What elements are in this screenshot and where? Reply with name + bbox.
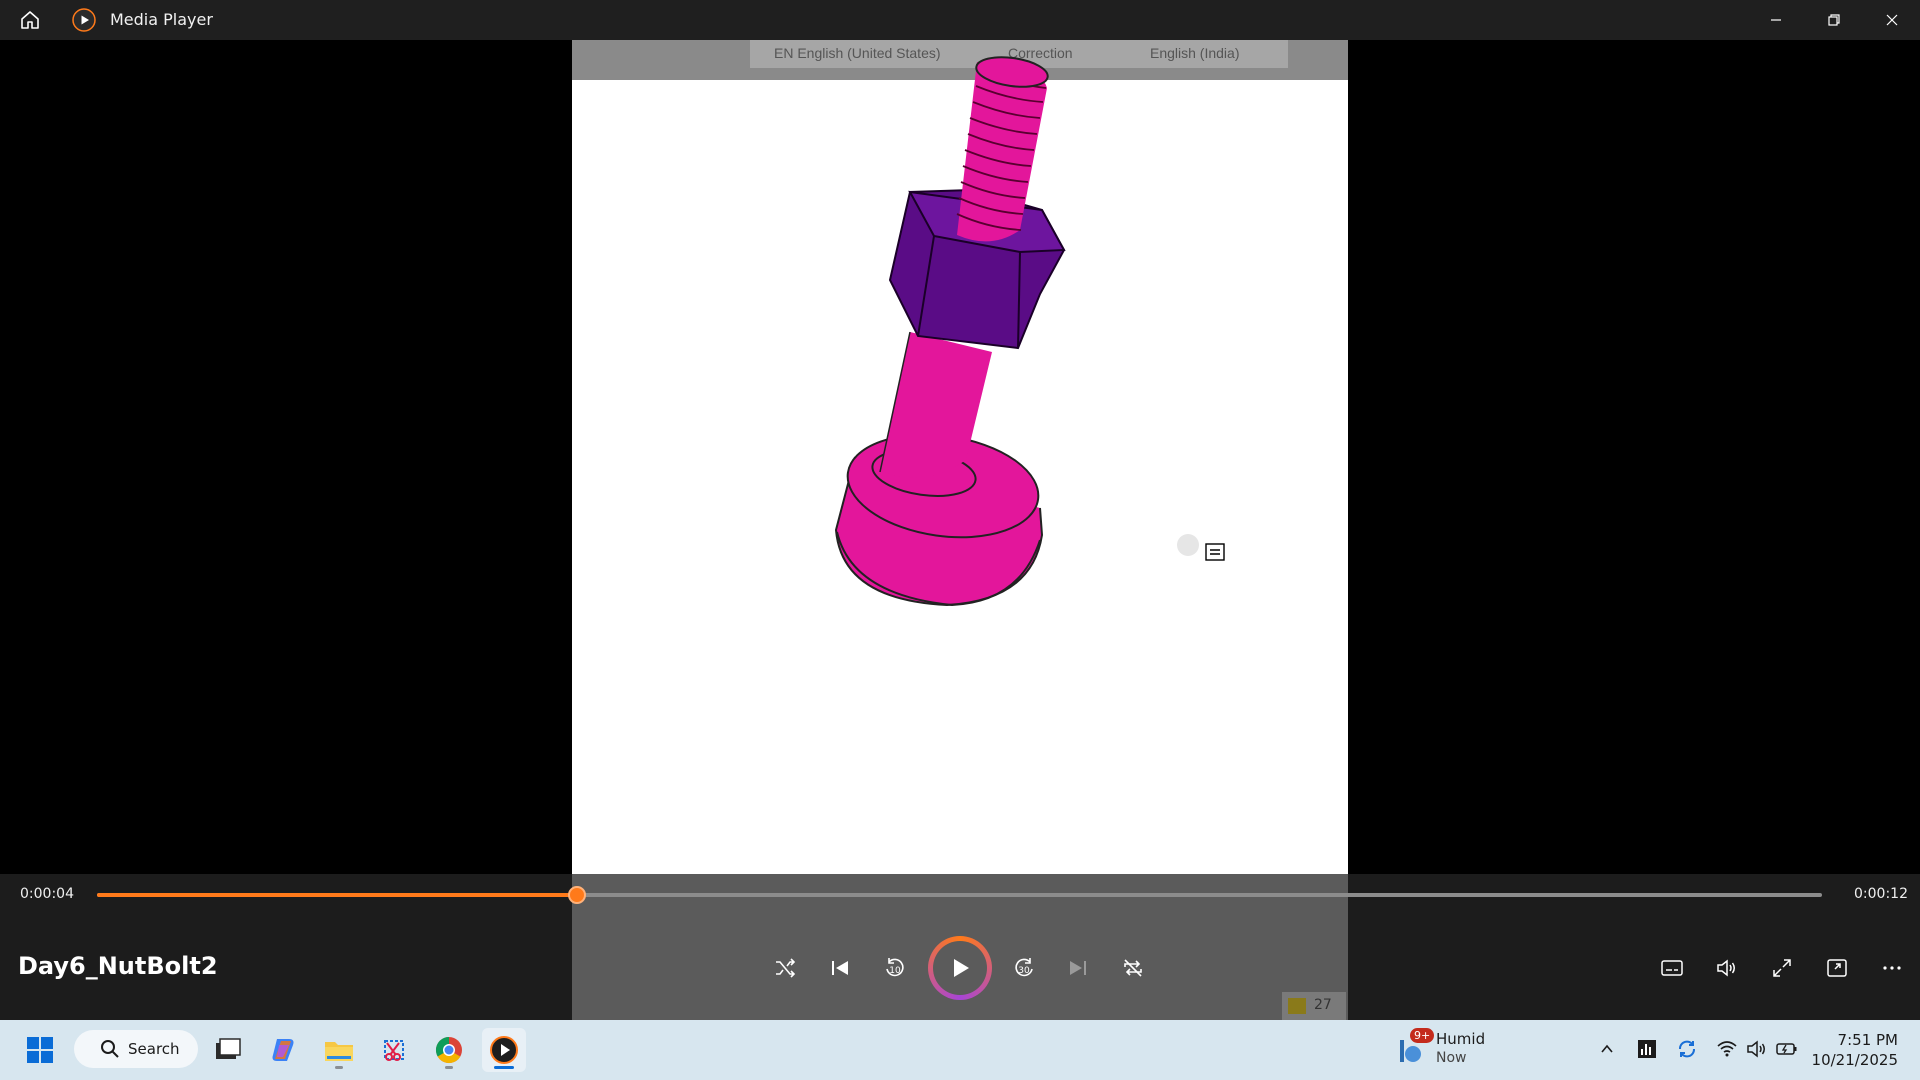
media-player-icon bbox=[490, 1036, 518, 1064]
cursor-highlight bbox=[1177, 534, 1199, 556]
shuffle-icon bbox=[776, 958, 796, 978]
rewind-10-icon: 10 bbox=[886, 958, 904, 977]
taskbar-search[interactable]: Search bbox=[74, 1030, 198, 1068]
previous-button[interactable] bbox=[820, 948, 860, 988]
video-frame[interactable]: EN English (United States) Correction En… bbox=[572, 40, 1348, 874]
close-icon bbox=[1886, 14, 1898, 26]
volume-button[interactable] bbox=[1707, 948, 1747, 988]
weather-widget[interactable]: 9+ Humid Now bbox=[1390, 1028, 1530, 1072]
miniplayer-button[interactable] bbox=[1817, 948, 1857, 988]
subtitles-button[interactable] bbox=[1652, 948, 1692, 988]
next-button[interactable] bbox=[1058, 948, 1098, 988]
forward-30-icon: 30 bbox=[1015, 958, 1033, 977]
task-view-icon bbox=[216, 1038, 241, 1059]
home-icon bbox=[21, 11, 39, 29]
sync-icon bbox=[1679, 1040, 1695, 1058]
more-options-button[interactable] bbox=[1872, 948, 1912, 988]
weather-subtitle: Now bbox=[1436, 1050, 1467, 1066]
title-bar: Media Player bbox=[0, 0, 1920, 40]
wifi-icon bbox=[1717, 1041, 1737, 1057]
running-indicator bbox=[445, 1066, 453, 1069]
tag-number: 27 bbox=[1314, 997, 1332, 1013]
next-icon bbox=[1070, 961, 1086, 975]
battery-button[interactable] bbox=[1774, 1036, 1800, 1062]
media-player-taskbar-button[interactable] bbox=[482, 1028, 526, 1072]
nut-bolt-illustration bbox=[834, 56, 1066, 607]
chrome-icon bbox=[435, 1036, 462, 1064]
subtitles-icon bbox=[1661, 960, 1683, 976]
move-cursor-icon bbox=[1204, 542, 1226, 562]
active-indicator bbox=[494, 1066, 514, 1069]
search-icon bbox=[101, 1040, 119, 1058]
window-title: Media Player bbox=[110, 10, 213, 29]
folder-icon bbox=[325, 1042, 353, 1061]
current-time: 0:00:04 bbox=[20, 886, 74, 902]
miniplayer-icon bbox=[1827, 959, 1847, 977]
taskbar: Search 9+ Humid Now 7:51 PM 10/21/2025 bbox=[0, 1020, 1920, 1080]
file-explorer-button[interactable] bbox=[317, 1028, 361, 1072]
svg-text:10: 10 bbox=[889, 966, 901, 976]
chrome-button[interactable] bbox=[427, 1028, 471, 1072]
copilot-icon bbox=[272, 1039, 294, 1061]
clock-date: 10/21/2025 bbox=[1811, 1051, 1898, 1069]
media-title: Day6_NutBolt2 bbox=[18, 952, 218, 980]
battery-charging-icon bbox=[1776, 1043, 1797, 1055]
weather-title: Humid bbox=[1436, 1030, 1486, 1048]
show-hidden-icons-button[interactable] bbox=[1594, 1036, 1620, 1062]
more-icon bbox=[1883, 966, 1901, 970]
restore-button[interactable] bbox=[1806, 0, 1862, 40]
shuffle-button[interactable] bbox=[765, 948, 805, 988]
tray-app-button[interactable] bbox=[1634, 1036, 1660, 1062]
search-label: Search bbox=[128, 1040, 180, 1058]
restore-icon bbox=[1828, 14, 1840, 26]
task-view-button[interactable] bbox=[206, 1028, 250, 1072]
close-button[interactable] bbox=[1864, 0, 1920, 40]
svg-text:30: 30 bbox=[1018, 966, 1030, 976]
previous-icon bbox=[832, 961, 848, 975]
bar-chart-icon bbox=[1638, 1040, 1656, 1058]
rewind-10-button[interactable]: 10 bbox=[875, 948, 915, 988]
forward-30-button[interactable]: 30 bbox=[1004, 948, 1044, 988]
copilot-button[interactable] bbox=[262, 1028, 306, 1072]
running-indicator bbox=[335, 1066, 343, 1069]
play-button-inner bbox=[933, 941, 987, 995]
snipping-tool-icon bbox=[384, 1040, 404, 1061]
sync-tray-button[interactable] bbox=[1674, 1036, 1700, 1062]
tag-color-icon bbox=[1288, 998, 1306, 1014]
start-button[interactable] bbox=[18, 1028, 62, 1072]
minimize-icon bbox=[1771, 19, 1781, 21]
wifi-button[interactable] bbox=[1714, 1036, 1740, 1062]
background-tag: 27 bbox=[1282, 992, 1346, 1020]
repeat-icon bbox=[1124, 959, 1142, 977]
windows-start-icon bbox=[27, 1037, 53, 1063]
volume-icon bbox=[1717, 959, 1735, 977]
speaker-icon bbox=[1747, 1040, 1765, 1058]
play-icon bbox=[954, 959, 969, 977]
media-player-logo-icon bbox=[72, 8, 96, 32]
video-area[interactable]: EN English (United States) Correction En… bbox=[0, 40, 1920, 874]
minimize-button[interactable] bbox=[1748, 0, 1804, 40]
repeat-button[interactable] bbox=[1113, 948, 1153, 988]
home-button[interactable] bbox=[16, 6, 44, 34]
total-time: 0:00:12 bbox=[1854, 886, 1908, 902]
clock-time: 7:51 PM bbox=[1837, 1031, 1898, 1049]
play-button[interactable] bbox=[928, 936, 992, 1000]
fullscreen-icon bbox=[1773, 959, 1791, 977]
volume-tray-button[interactable] bbox=[1744, 1036, 1770, 1062]
clock[interactable]: 7:51 PM 10/21/2025 bbox=[1812, 1030, 1898, 1070]
playback-controls: 0:00:04 0:00:12 Day6_NutBolt2 10 30 27 bbox=[0, 874, 1920, 1020]
seek-bar-fill bbox=[97, 893, 577, 897]
snipping-tool-button[interactable] bbox=[372, 1028, 416, 1072]
fullscreen-button[interactable] bbox=[1762, 948, 1802, 988]
chevron-up-icon bbox=[1601, 1044, 1613, 1053]
seek-bar-thumb[interactable] bbox=[567, 886, 586, 904]
weather-badge: 9+ bbox=[1410, 1028, 1435, 1043]
seek-bar[interactable] bbox=[97, 886, 1822, 904]
